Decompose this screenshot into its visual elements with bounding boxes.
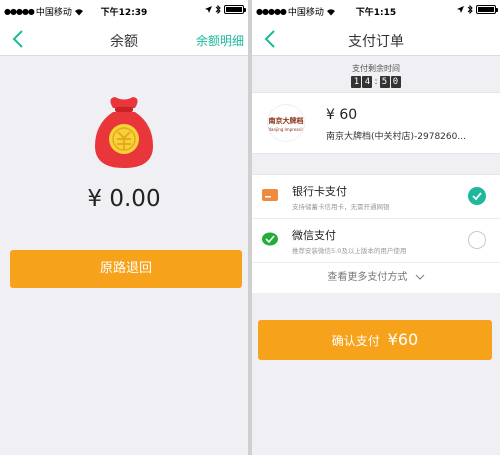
countdown-digits: 1 4 : 5 0 (252, 76, 500, 88)
confirm-payment-button[interactable]: 确认支付 ¥60 (258, 320, 492, 360)
money-bag-icon (95, 97, 153, 168)
selected-check-icon[interactable] (468, 187, 486, 205)
payment-method-name: 微信支付 (292, 229, 336, 242)
countdown-digit: 1 (351, 76, 362, 88)
unselected-radio[interactable] (468, 231, 486, 249)
more-payment-methods-label: 查看更多支付方式 (327, 272, 408, 283)
countdown-digit: 4 (362, 76, 373, 88)
merchant-logo-subtext: Nanjing Impressions (268, 127, 305, 132)
balance-amount: ¥ 0.00 (87, 186, 161, 212)
status-bar: ●●●●● 中国移动 下午1:15 (252, 0, 500, 22)
order-amount: ¥ 60 (326, 107, 358, 123)
merchant-logo: 南京大牌档 Nanjing Impressions (267, 104, 305, 142)
more-payment-methods[interactable]: 查看更多支付方式 (252, 263, 500, 293)
battery-icon (476, 5, 498, 14)
nav-bar: 余额 余额明细 (0, 22, 248, 56)
screenshot: ●●●●● 中国移动 下午12:39 余额 余额明细 ¥ 0.00 原路退回 ●… (0, 0, 500, 455)
battery-icon (224, 5, 246, 14)
payment-method-list: 银行卡支付 支持储蓄卡信用卡，无需开通网银 微信支付 推荐安装微信5.0及以上版… (252, 174, 500, 293)
payment-method-name: 银行卡支付 (292, 185, 347, 198)
location-arrow-icon (205, 6, 212, 13)
location-arrow-icon (457, 6, 464, 13)
confirm-payment-amount: ¥60 (387, 330, 419, 349)
balance-detail-link[interactable]: 余额明细 (196, 32, 244, 49)
balance-screen: ●●●●● 中国移动 下午12:39 余额 余额明细 ¥ 0.00 原路退回 (0, 0, 248, 455)
payment-method-bank-card[interactable]: 银行卡支付 支持储蓄卡信用卡，无需开通网银 (252, 175, 500, 219)
confirm-payment-label: 确认支付 (331, 334, 380, 348)
payment-countdown: 支付剩余时间 1 4 : 5 0 (252, 56, 500, 92)
payment-method-desc: 支持储蓄卡信用卡，无需开通网银 (292, 203, 390, 211)
merchant-card: 南京大牌档 Nanjing Impressions ¥ 60 南京大牌档(中关村… (252, 92, 500, 154)
chevron-down-icon (415, 274, 425, 280)
countdown-digit: 0 (390, 76, 401, 88)
page-title: 支付订单 (348, 34, 404, 50)
status-bar: ●●●●● 中国移动 下午12:39 (0, 0, 248, 22)
merchant-logo-text: 南京大牌档 (268, 117, 304, 125)
wechat-pay-icon (262, 232, 278, 246)
payment-method-wechat[interactable]: 微信支付 推荐安装微信5.0及以上版本的用户使用 (252, 219, 500, 263)
payment-order-screen: ●●●●● 中国移动 下午1:15 支付订单 支付剩余时间 1 4 : 5 0 (252, 0, 500, 455)
countdown-digit: 5 (379, 76, 390, 88)
countdown-label: 支付剩余时间 (352, 64, 400, 73)
refund-original-route-button[interactable]: 原路退回 (10, 250, 242, 288)
payment-method-desc: 推荐安装微信5.0及以上版本的用户使用 (292, 247, 407, 255)
nav-bar: 支付订单 (252, 22, 500, 56)
countdown-colon: : (374, 77, 378, 87)
bluetooth-icon (215, 5, 221, 14)
bank-card-icon (262, 189, 278, 201)
bluetooth-icon (467, 5, 473, 14)
merchant-name: 南京大牌档(中关村店)-2978260... (326, 132, 466, 142)
